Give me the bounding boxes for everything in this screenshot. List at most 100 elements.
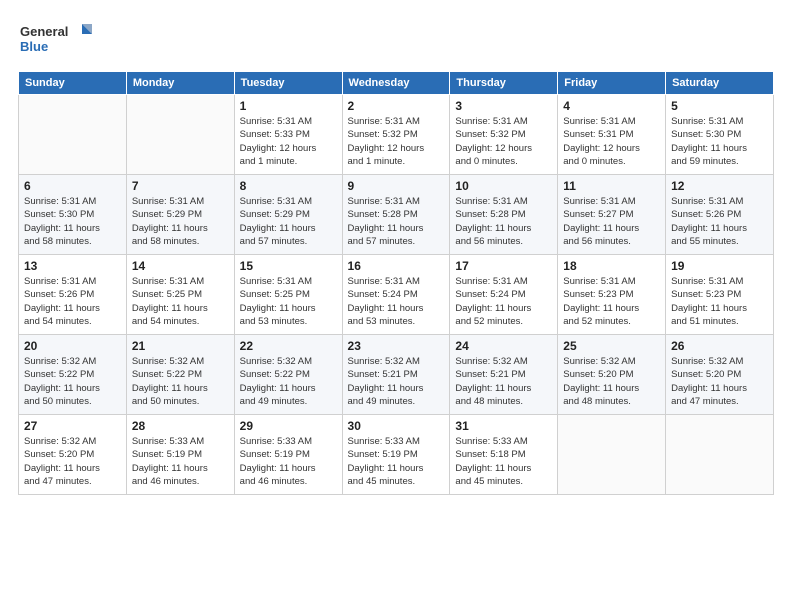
calendar-page: General Blue SundayMondayTuesdayWednesda… (0, 0, 792, 612)
day-info: Sunrise: 5:31 AMSunset: 5:32 PMDaylight:… (348, 115, 445, 168)
day-info: Sunrise: 5:31 AMSunset: 5:26 PMDaylight:… (24, 275, 121, 328)
calendar-day-cell (558, 415, 666, 495)
calendar-header-cell: Monday (126, 72, 234, 95)
day-number: 9 (348, 179, 445, 193)
day-number: 1 (240, 99, 337, 113)
logo: General Blue (18, 18, 98, 63)
calendar-day-cell: 21 Sunrise: 5:32 AMSunset: 5:22 PMDayligh… (126, 335, 234, 415)
day-number: 12 (671, 179, 768, 193)
calendar-week-row: 1 Sunrise: 5:31 AMSunset: 5:33 PMDaylight… (19, 95, 774, 175)
day-number: 21 (132, 339, 229, 353)
calendar-day-cell (666, 415, 774, 495)
day-number: 22 (240, 339, 337, 353)
day-info: Sunrise: 5:31 AMSunset: 5:23 PMDaylight:… (671, 275, 768, 328)
day-info: Sunrise: 5:33 AMSunset: 5:19 PMDaylight:… (132, 435, 229, 488)
calendar-day-cell: 31Sunrise: 5:33 AMSunset: 5:18 PMDayligh… (450, 415, 558, 495)
calendar-day-cell: 15 Sunrise: 5:31 AMSunset: 5:25 PMDayligh… (234, 255, 342, 335)
day-info: Sunrise: 5:31 AMSunset: 5:33 PMDaylight:… (240, 115, 337, 168)
day-info: Sunrise: 5:31 AMSunset: 5:25 PMDaylight:… (132, 275, 229, 328)
day-info: Sunrise: 5:32 AMSunset: 5:20 PMDaylight:… (563, 355, 660, 408)
day-info: Sunrise: 5:32 AMSunset: 5:20 PMDaylight:… (671, 355, 768, 408)
day-info: Sunrise: 5:31 AMSunset: 5:23 PMDaylight:… (563, 275, 660, 328)
calendar-day-cell: 30 Sunrise: 5:33 AMSunset: 5:19 PMDayligh… (342, 415, 450, 495)
day-number: 16 (348, 259, 445, 273)
day-number: 24 (455, 339, 552, 353)
day-number: 28 (132, 419, 229, 433)
calendar-day-cell: 27 Sunrise: 5:32 AMSunset: 5:20 PMDayligh… (19, 415, 127, 495)
day-number: 15 (240, 259, 337, 273)
day-number: 18 (563, 259, 660, 273)
calendar-week-row: 13 Sunrise: 5:31 AMSunset: 5:26 PMDayligh… (19, 255, 774, 335)
day-info: Sunrise: 5:31 AMSunset: 5:25 PMDaylight:… (240, 275, 337, 328)
day-info: Sunrise: 5:32 AMSunset: 5:20 PMDaylight:… (24, 435, 121, 488)
day-number: 19 (671, 259, 768, 273)
day-info: Sunrise: 5:33 AMSunset: 5:19 PMDaylight:… (240, 435, 337, 488)
calendar-header-cell: Friday (558, 72, 666, 95)
calendar-day-cell (19, 95, 127, 175)
day-number: 30 (348, 419, 445, 433)
day-info: Sunrise: 5:32 AMSunset: 5:22 PMDaylight:… (132, 355, 229, 408)
day-info: Sunrise: 5:32 AMSunset: 5:21 PMDaylight:… (455, 355, 552, 408)
calendar-day-cell: 13 Sunrise: 5:31 AMSunset: 5:26 PMDayligh… (19, 255, 127, 335)
calendar-day-cell: 4Sunrise: 5:31 AMSunset: 5:31 PMDaylight… (558, 95, 666, 175)
day-number: 13 (24, 259, 121, 273)
calendar-day-cell: 22 Sunrise: 5:32 AMSunset: 5:22 PMDayligh… (234, 335, 342, 415)
day-number: 29 (240, 419, 337, 433)
day-number: 25 (563, 339, 660, 353)
day-info: Sunrise: 5:31 AMSunset: 5:24 PMDaylight:… (455, 275, 552, 328)
calendar-week-row: 6Sunrise: 5:31 AMSunset: 5:30 PMDaylight… (19, 175, 774, 255)
calendar-day-cell: 12Sunrise: 5:31 AMSunset: 5:26 PMDayligh… (666, 175, 774, 255)
calendar-day-cell: 19 Sunrise: 5:31 AMSunset: 5:23 PMDayligh… (666, 255, 774, 335)
calendar-day-cell: 14 Sunrise: 5:31 AMSunset: 5:25 PMDayligh… (126, 255, 234, 335)
calendar-day-cell: 6Sunrise: 5:31 AMSunset: 5:30 PMDaylight… (19, 175, 127, 255)
day-info: Sunrise: 5:33 AMSunset: 5:18 PMDaylight:… (455, 435, 552, 488)
day-number: 27 (24, 419, 121, 433)
generalblue-logo: General Blue (18, 18, 98, 63)
calendar-day-cell: 8 Sunrise: 5:31 AMSunset: 5:29 PMDaylight… (234, 175, 342, 255)
calendar-day-cell: 29 Sunrise: 5:33 AMSunset: 5:19 PMDayligh… (234, 415, 342, 495)
day-number: 11 (563, 179, 660, 193)
day-info: Sunrise: 5:33 AMSunset: 5:19 PMDaylight:… (348, 435, 445, 488)
calendar-day-cell: 28 Sunrise: 5:33 AMSunset: 5:19 PMDayligh… (126, 415, 234, 495)
day-info: Sunrise: 5:31 AMSunset: 5:29 PMDaylight:… (132, 195, 229, 248)
calendar-day-cell: 25 Sunrise: 5:32 AMSunset: 5:20 PMDayligh… (558, 335, 666, 415)
calendar-day-cell: 1 Sunrise: 5:31 AMSunset: 5:33 PMDaylight… (234, 95, 342, 175)
page-header: General Blue (18, 18, 774, 63)
calendar-day-cell (126, 95, 234, 175)
calendar-header-row: SundayMondayTuesdayWednesdayThursdayFrid… (19, 72, 774, 95)
calendar-week-row: 27 Sunrise: 5:32 AMSunset: 5:20 PMDayligh… (19, 415, 774, 495)
calendar-day-cell: 16 Sunrise: 5:31 AMSunset: 5:24 PMDayligh… (342, 255, 450, 335)
day-info: Sunrise: 5:31 AMSunset: 5:32 PMDaylight:… (455, 115, 552, 168)
calendar-day-cell: 17 Sunrise: 5:31 AMSunset: 5:24 PMDayligh… (450, 255, 558, 335)
svg-text:Blue: Blue (20, 39, 48, 54)
calendar-table: SundayMondayTuesdayWednesdayThursdayFrid… (18, 71, 774, 495)
calendar-day-cell: 24 Sunrise: 5:32 AMSunset: 5:21 PMDayligh… (450, 335, 558, 415)
day-number: 7 (132, 179, 229, 193)
calendar-day-cell: 7 Sunrise: 5:31 AMSunset: 5:29 PMDaylight… (126, 175, 234, 255)
day-number: 8 (240, 179, 337, 193)
day-info: Sunrise: 5:32 AMSunset: 5:21 PMDaylight:… (348, 355, 445, 408)
day-number: 20 (24, 339, 121, 353)
day-number: 17 (455, 259, 552, 273)
svg-text:General: General (20, 24, 68, 39)
day-number: 3 (455, 99, 552, 113)
day-number: 26 (671, 339, 768, 353)
day-info: Sunrise: 5:32 AMSunset: 5:22 PMDaylight:… (24, 355, 121, 408)
calendar-day-cell: 10Sunrise: 5:31 AMSunset: 5:28 PMDayligh… (450, 175, 558, 255)
day-number: 14 (132, 259, 229, 273)
day-info: Sunrise: 5:31 AMSunset: 5:24 PMDaylight:… (348, 275, 445, 328)
day-info: Sunrise: 5:31 AMSunset: 5:28 PMDaylight:… (348, 195, 445, 248)
calendar-day-cell: 3 Sunrise: 5:31 AMSunset: 5:32 PMDaylight… (450, 95, 558, 175)
day-info: Sunrise: 5:31 AMSunset: 5:29 PMDaylight:… (240, 195, 337, 248)
calendar-header-cell: Wednesday (342, 72, 450, 95)
day-info: Sunrise: 5:31 AMSunset: 5:28 PMDaylight:… (455, 195, 552, 248)
calendar-day-cell: 11Sunrise: 5:31 AMSunset: 5:27 PMDayligh… (558, 175, 666, 255)
day-info: Sunrise: 5:31 AMSunset: 5:30 PMDaylight:… (671, 115, 768, 168)
calendar-header-cell: Thursday (450, 72, 558, 95)
calendar-day-cell: 5 Sunrise: 5:31 AMSunset: 5:30 PMDaylight… (666, 95, 774, 175)
day-number: 6 (24, 179, 121, 193)
calendar-day-cell: 9 Sunrise: 5:31 AMSunset: 5:28 PMDaylight… (342, 175, 450, 255)
day-info: Sunrise: 5:32 AMSunset: 5:22 PMDaylight:… (240, 355, 337, 408)
day-number: 2 (348, 99, 445, 113)
day-number: 5 (671, 99, 768, 113)
